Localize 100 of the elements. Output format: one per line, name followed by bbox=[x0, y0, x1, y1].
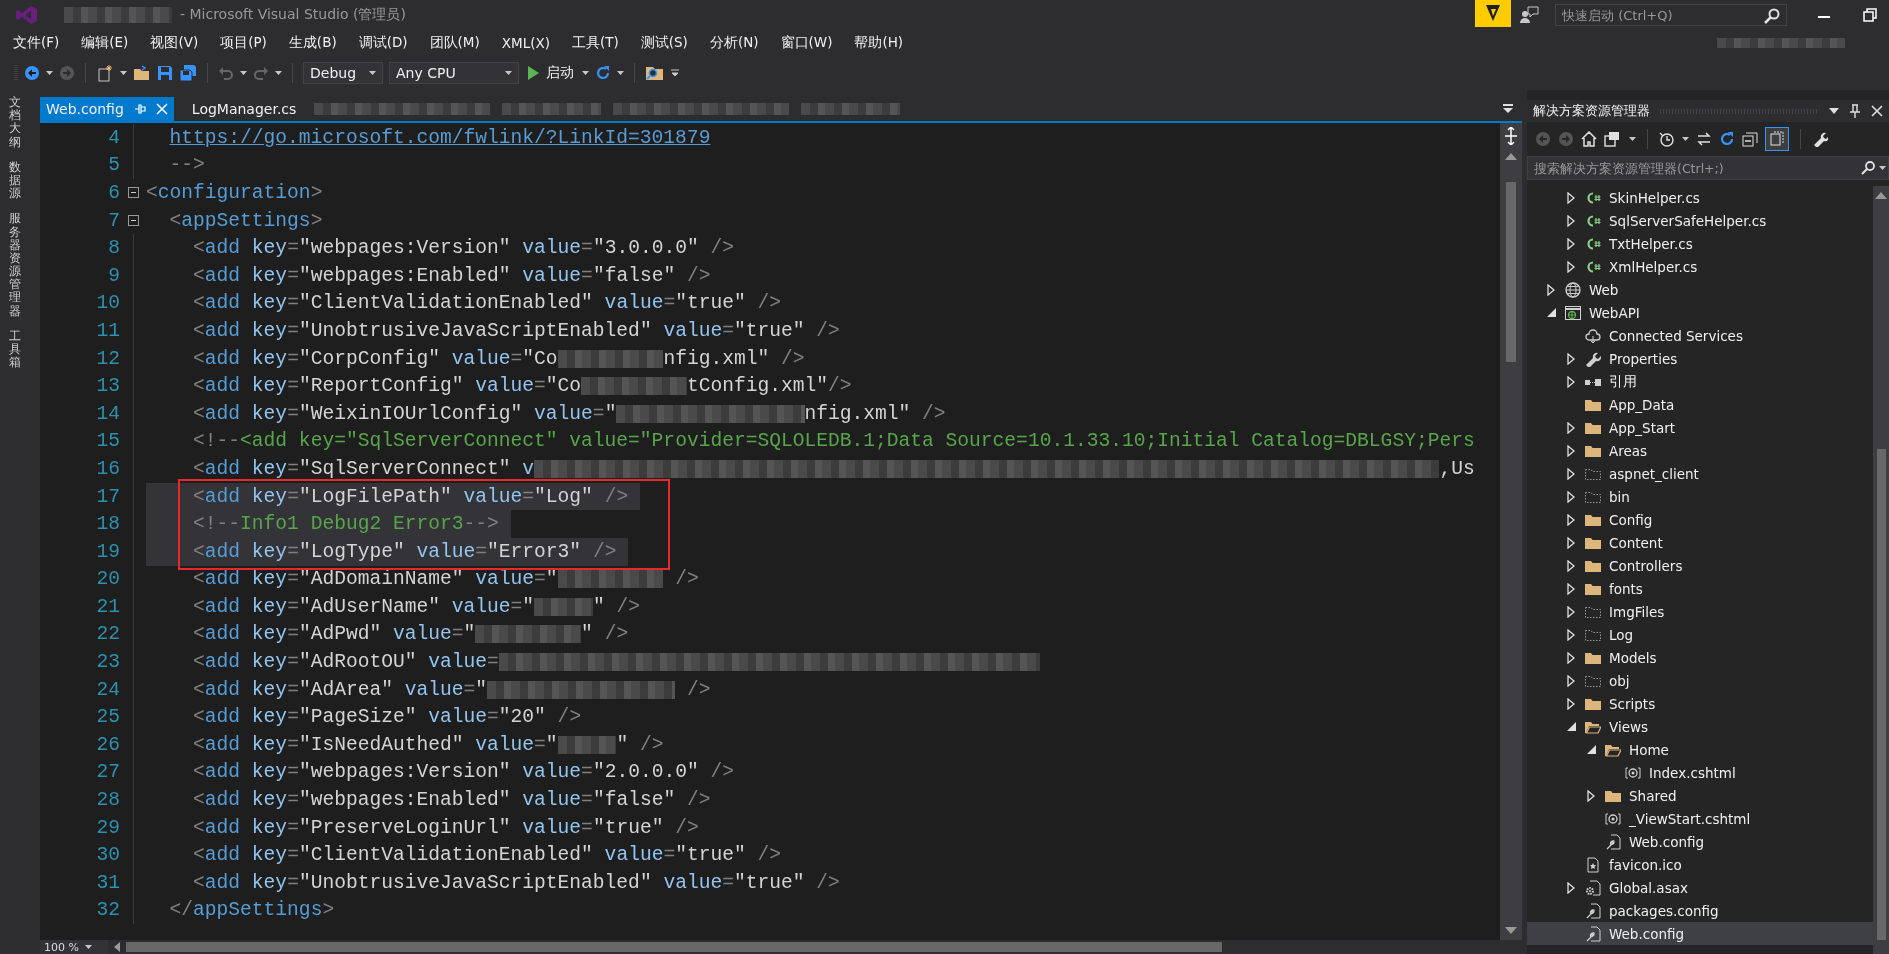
side-tab[interactable]: 工具箱 bbox=[9, 329, 21, 370]
menu-item[interactable]: 视图(V) bbox=[143, 32, 206, 54]
tree-item[interactable]: Shared bbox=[1527, 784, 1873, 807]
pin-icon[interactable] bbox=[1849, 104, 1861, 118]
tab-list-dropdown-icon[interactable] bbox=[1502, 104, 1514, 114]
horizontal-scrollbar-thumb[interactable] bbox=[126, 942, 1222, 952]
tree-item[interactable]: Web.config bbox=[1527, 922, 1873, 945]
menu-item[interactable]: 团队(M) bbox=[422, 32, 487, 54]
tree-item[interactable]: WebAPI bbox=[1527, 301, 1873, 324]
tree-item[interactable]: XmlHelper.cs bbox=[1527, 255, 1873, 278]
menu-item[interactable]: 工具(T) bbox=[565, 32, 626, 54]
expanded-arrow-icon[interactable] bbox=[1586, 745, 1596, 754]
menu-item[interactable]: 文件(F) bbox=[6, 32, 67, 54]
collapsed-arrow-icon[interactable] bbox=[1567, 536, 1575, 549]
collapsed-arrow-icon[interactable] bbox=[1567, 628, 1575, 641]
dropdown-caret-icon[interactable] bbox=[582, 71, 589, 75]
menu-item[interactable]: 编辑(E) bbox=[74, 32, 136, 54]
tree-item[interactable]: Connected Services bbox=[1527, 324, 1873, 347]
collapsed-arrow-icon[interactable] bbox=[1567, 674, 1575, 687]
tree-item[interactable]: SkinHelper.cs bbox=[1527, 186, 1873, 209]
tree-item[interactable]: packages.config bbox=[1527, 899, 1873, 922]
collapse-all-icon[interactable] bbox=[1742, 131, 1758, 147]
feedback-person-icon[interactable] bbox=[1519, 6, 1539, 24]
dropdown-caret-icon[interactable] bbox=[1829, 108, 1839, 114]
dropdown-caret-icon[interactable] bbox=[369, 71, 376, 75]
platform-dropdown[interactable]: Any CPU bbox=[389, 62, 519, 84]
tree-item[interactable]: Models bbox=[1527, 646, 1873, 669]
tree-item[interactable]: App_Data bbox=[1527, 393, 1873, 416]
dropdown-caret-icon[interactable] bbox=[617, 71, 624, 75]
tree-item[interactable]: aspnet_client bbox=[1527, 462, 1873, 485]
configuration-dropdown[interactable]: Debug bbox=[303, 62, 383, 84]
tree-item[interactable]: Properties bbox=[1527, 347, 1873, 370]
overflow-icon[interactable] bbox=[671, 69, 679, 77]
collapsed-arrow-icon[interactable] bbox=[1587, 789, 1595, 802]
scrollbar-thumb[interactable] bbox=[1506, 182, 1516, 362]
split-window-icon[interactable] bbox=[1503, 127, 1519, 145]
expanded-arrow-icon[interactable] bbox=[1566, 722, 1576, 731]
redo-icon[interactable] bbox=[253, 65, 269, 81]
side-tab[interactable]: 数据源 bbox=[9, 160, 21, 201]
menu-item[interactable]: 帮助(H) bbox=[847, 32, 911, 54]
tree-item[interactable]: bin bbox=[1527, 485, 1873, 508]
save-icon[interactable] bbox=[157, 65, 173, 81]
dropdown-caret-icon[interactable] bbox=[120, 71, 127, 75]
collapsed-arrow-icon[interactable] bbox=[1567, 352, 1575, 365]
collapse-icon[interactable] bbox=[127, 187, 139, 199]
tree-item[interactable]: obj bbox=[1527, 669, 1873, 692]
undo-icon[interactable] bbox=[218, 65, 234, 81]
dropdown-caret-icon[interactable] bbox=[505, 71, 512, 75]
home-icon[interactable] bbox=[1581, 131, 1597, 147]
find-in-files-icon[interactable] bbox=[645, 64, 665, 82]
sync-icon[interactable] bbox=[1696, 131, 1712, 147]
tree-item[interactable]: Config bbox=[1527, 508, 1873, 531]
scrollbar-thumb[interactable] bbox=[1876, 449, 1886, 940]
menu-item[interactable]: 调试(D) bbox=[351, 32, 415, 54]
document-tab[interactable]: LogManager.cs bbox=[185, 97, 303, 121]
menu-item[interactable]: 生成(B) bbox=[281, 32, 344, 54]
refresh-icon[interactable] bbox=[595, 65, 611, 81]
dropdown-caret-icon[interactable] bbox=[240, 71, 247, 75]
feedback-filter-button[interactable] bbox=[1475, 0, 1511, 27]
close-icon[interactable] bbox=[1871, 105, 1883, 117]
switch-views-icon[interactable] bbox=[1604, 131, 1622, 147]
tree-item[interactable]: TxtHelper.cs bbox=[1527, 232, 1873, 255]
collapsed-arrow-icon[interactable] bbox=[1567, 467, 1575, 480]
tree-item[interactable]: Index.cshtml bbox=[1527, 761, 1873, 784]
tree-item[interactable]: favicon.ico bbox=[1527, 853, 1873, 876]
tree-item[interactable]: _ViewStart.cshtml bbox=[1527, 807, 1873, 830]
tree-item[interactable]: Web.config bbox=[1527, 830, 1873, 853]
refresh-icon[interactable] bbox=[1719, 131, 1735, 147]
collapsed-arrow-icon[interactable] bbox=[1567, 697, 1575, 710]
dropdown-caret-icon[interactable] bbox=[46, 71, 53, 75]
restore-icon[interactable] bbox=[1863, 8, 1877, 22]
new-item-icon[interactable] bbox=[96, 64, 114, 82]
tree-item[interactable]: Global.asax bbox=[1527, 876, 1873, 899]
collapse-icon[interactable] bbox=[127, 215, 139, 227]
menu-item[interactable]: XML(X) bbox=[494, 33, 557, 53]
collapsed-arrow-icon[interactable] bbox=[1567, 421, 1575, 434]
tree-item[interactable]: App_Start bbox=[1527, 416, 1873, 439]
start-button[interactable]: 启动 bbox=[525, 64, 576, 82]
search-field[interactable]: 搜索解决方案资源管理器(Ctrl+;) bbox=[1527, 156, 1889, 180]
scroll-down-icon[interactable] bbox=[1505, 927, 1517, 934]
collapsed-arrow-icon[interactable] bbox=[1567, 582, 1575, 595]
wrench-icon[interactable] bbox=[1812, 131, 1828, 147]
back-icon[interactable] bbox=[24, 65, 40, 81]
dropdown-caret-icon[interactable] bbox=[1879, 166, 1886, 170]
tree-item[interactable]: Home bbox=[1527, 738, 1873, 761]
open-folder-icon[interactable] bbox=[133, 65, 151, 81]
tree-item[interactable]: SqlServerSafeHelper.cs bbox=[1527, 209, 1873, 232]
tree-item[interactable]: Web bbox=[1527, 278, 1873, 301]
menu-item[interactable]: 测试(S) bbox=[633, 32, 695, 54]
menu-item[interactable]: 项目(P) bbox=[213, 32, 274, 54]
scroll-left-icon[interactable] bbox=[114, 942, 120, 952]
collapsed-arrow-icon[interactable] bbox=[1567, 260, 1575, 273]
dropdown-caret-icon[interactable] bbox=[1629, 137, 1636, 141]
save-all-icon[interactable] bbox=[179, 64, 197, 82]
scroll-up-icon[interactable] bbox=[1505, 153, 1517, 160]
side-tab[interactable]: 文档大纲 bbox=[9, 96, 21, 149]
scroll-up-icon[interactable] bbox=[1875, 192, 1887, 199]
dropdown-caret-icon[interactable] bbox=[275, 71, 282, 75]
tree-item[interactable]: Scripts bbox=[1527, 692, 1873, 715]
history-icon[interactable] bbox=[1659, 131, 1675, 147]
